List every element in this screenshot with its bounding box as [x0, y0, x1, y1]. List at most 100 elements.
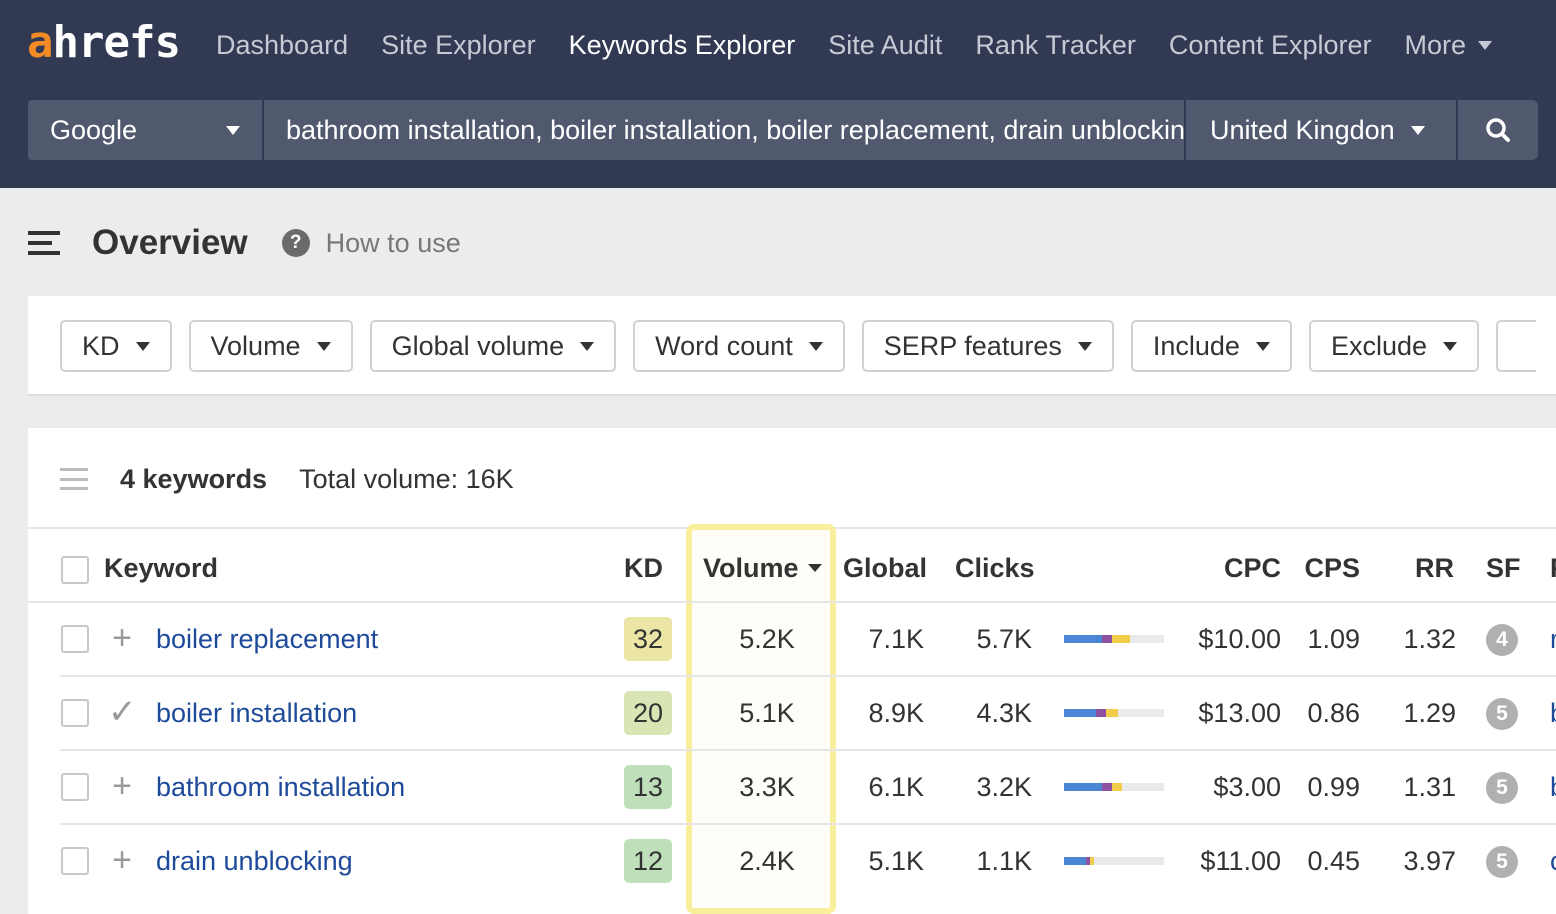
filter-more-cutoff[interactable]: [1496, 320, 1536, 372]
add-to-list-icon[interactable]: +: [108, 621, 136, 655]
filter-label: Exclude: [1330, 330, 1427, 361]
global-volume-value: 6.1K: [868, 772, 924, 802]
filter-volume[interactable]: Volume: [188, 320, 353, 372]
filter-label: Global volume: [391, 330, 565, 361]
col-header-parent-topic[interactable]: P: [1550, 552, 1556, 584]
keywords-input[interactable]: bathroom installation, boiler installati…: [264, 100, 1184, 160]
added-check-icon[interactable]: ✓: [108, 695, 137, 729]
volume-value: 3.3K: [739, 772, 795, 802]
add-to-list-icon[interactable]: +: [108, 769, 136, 803]
nav-item-keywords-explorer[interactable]: Keywords Explorer: [569, 28, 796, 62]
col-header-keyword[interactable]: Keyword: [104, 552, 218, 584]
parent-topic-link[interactable]: r: [1550, 623, 1556, 655]
select-all-checkbox[interactable]: [61, 556, 89, 584]
col-header-clicks[interactable]: Clicks: [955, 552, 1035, 584]
search-engine-value: Google: [50, 114, 138, 145]
cps-value: 0.86: [1307, 698, 1360, 728]
col-header-rr[interactable]: RR: [1415, 552, 1454, 584]
clicks-bar-paid: [1102, 783, 1112, 791]
col-header-sf[interactable]: SF: [1486, 552, 1521, 584]
filter-include[interactable]: Include: [1130, 320, 1292, 372]
keyword-link[interactable]: boiler replacement: [156, 623, 378, 655]
col-header-kd[interactable]: KD: [624, 552, 663, 584]
cpc-value: $11.00: [1200, 846, 1281, 876]
chevron-down-icon: [1410, 125, 1425, 135]
how-to-use-link[interactable]: How to use: [326, 228, 461, 259]
filter-label: SERP features: [883, 330, 1062, 361]
filter-word-count[interactable]: Word count: [633, 320, 845, 372]
parent-topic-link[interactable]: b: [1550, 697, 1556, 729]
clicks-bar-other: [1106, 709, 1118, 717]
filter-exclude[interactable]: Exclude: [1308, 320, 1479, 372]
divider: [28, 601, 1556, 603]
clicks-bar-organic: [1064, 857, 1086, 865]
cpc-value: $3.00: [1213, 772, 1281, 802]
clicks-bar-other: [1112, 635, 1130, 643]
top-navigation-bar: ahrefs Dashboard Site Explorer Keywords …: [0, 0, 1556, 188]
ahrefs-logo[interactable]: ahrefs: [27, 17, 181, 68]
chevron-down-icon: [808, 341, 823, 351]
global-volume-value: 5.1K: [868, 846, 924, 876]
add-to-list-icon[interactable]: +: [108, 843, 136, 877]
parent-topic-link[interactable]: c: [1550, 845, 1556, 877]
search-button[interactable]: [1458, 100, 1538, 160]
clicks-value: 5.7K: [976, 624, 1032, 654]
nav-item-rank-tracker[interactable]: Rank Tracker: [975, 28, 1136, 62]
global-volume-value: 7.1K: [868, 624, 924, 654]
serp-features-badge[interactable]: 5: [1486, 698, 1518, 730]
rr-value: 1.29: [1403, 698, 1456, 728]
col-header-global[interactable]: Global: [843, 552, 927, 584]
col-header-volume-label: Volume: [703, 553, 799, 583]
row-divider: [60, 749, 1556, 751]
filter-global-volume[interactable]: Global volume: [369, 320, 617, 372]
serp-features-badge[interactable]: 4: [1486, 624, 1518, 656]
country-select[interactable]: United Kingdon: [1186, 100, 1456, 160]
nav-more-label: More: [1404, 30, 1467, 60]
clicks-value: 4.3K: [976, 698, 1032, 728]
kd-badge: 12: [624, 839, 672, 883]
serp-features-badge[interactable]: 5: [1486, 846, 1518, 878]
col-header-cps[interactable]: CPS: [1304, 552, 1360, 584]
logo-text: hrefs: [52, 17, 181, 68]
chevron-down-icon: [316, 341, 331, 351]
clicks-bar-other: [1112, 783, 1122, 791]
row-checkbox[interactable]: [61, 625, 89, 653]
clicks-bar-paid: [1102, 635, 1112, 643]
country-value: United Kingdon: [1210, 114, 1395, 145]
clicks-value: 3.2K: [976, 772, 1032, 802]
clicks-distribution-bar: [1064, 857, 1164, 865]
row-checkbox[interactable]: [61, 773, 89, 801]
clicks-value: 1.1K: [976, 846, 1032, 876]
filter-label: Word count: [655, 330, 793, 361]
page-title: Overview: [92, 223, 248, 262]
nav-item-site-explorer[interactable]: Site Explorer: [381, 28, 536, 62]
clicks-bar-paid: [1096, 709, 1106, 717]
keyword-count: 4 keywords: [120, 463, 268, 494]
col-header-volume[interactable]: Volume: [703, 552, 822, 584]
nav-item-dashboard[interactable]: Dashboard: [216, 28, 348, 62]
col-header-cpc[interactable]: CPC: [1224, 552, 1281, 584]
cps-value: 1.09: [1307, 624, 1360, 654]
volume-value: 5.2K: [739, 624, 795, 654]
nav-item-site-audit[interactable]: Site Audit: [828, 28, 942, 62]
kd-badge: 20: [624, 691, 672, 735]
search-engine-select[interactable]: Google: [28, 100, 262, 160]
keyword-link[interactable]: boiler installation: [156, 697, 357, 729]
nav-item-content-explorer[interactable]: Content Explorer: [1169, 28, 1372, 62]
keyword-link[interactable]: bathroom installation: [156, 771, 405, 803]
hamburger-icon[interactable]: [28, 231, 60, 255]
parent-topic-link[interactable]: b: [1550, 771, 1556, 803]
column-settings-icon[interactable]: [60, 468, 88, 490]
volume-value: 5.1K: [739, 698, 795, 728]
overview-header: Overview ? How to use: [28, 222, 461, 264]
row-checkbox[interactable]: [61, 847, 89, 875]
filter-kd[interactable]: KD: [60, 320, 172, 372]
serp-features-badge[interactable]: 5: [1486, 772, 1518, 804]
help-icon[interactable]: ?: [281, 229, 310, 257]
clicks-distribution-bar: [1064, 709, 1164, 717]
nav-more-dropdown[interactable]: More: [1405, 28, 1493, 62]
clicks-bar-organic: [1064, 783, 1102, 791]
keyword-link[interactable]: drain unblocking: [156, 845, 353, 877]
row-checkbox[interactable]: [61, 699, 89, 727]
filter-serp-features[interactable]: SERP features: [861, 320, 1114, 372]
